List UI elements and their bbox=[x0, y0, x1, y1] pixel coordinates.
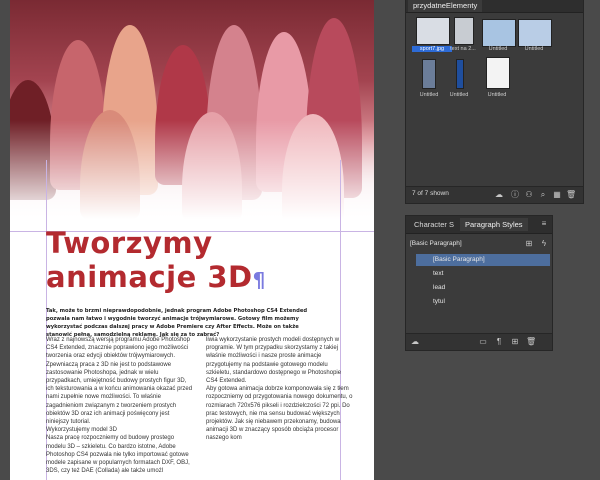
thumb-label: Untitled bbox=[524, 46, 544, 52]
thumb-label: Untitled bbox=[449, 92, 469, 98]
thumb-text[interactable] bbox=[454, 17, 474, 45]
clear-overrides-icon[interactable]: ¶ bbox=[494, 337, 504, 347]
thumb-sport7[interactable] bbox=[416, 17, 450, 45]
cloud-icon[interactable]: ☁ bbox=[410, 337, 420, 347]
tab-paragraph-styles[interactable]: Paragraph Styles bbox=[460, 218, 528, 231]
lead-paragraph[interactable]: Tak, może to brzmi nieprawdopodobnie, je… bbox=[46, 307, 312, 339]
lightning-icon[interactable]: ϟ bbox=[539, 239, 549, 249]
library-panel[interactable]: przydatneElementy sport7.jpg text na 2..… bbox=[405, 0, 584, 204]
style-label: [Basic Paragraph] bbox=[433, 256, 485, 263]
style-label: lead bbox=[433, 284, 446, 291]
title-line-1: Tworzymy bbox=[46, 226, 213, 260]
title-line-2: animacje 3D bbox=[46, 260, 253, 294]
style-item-tytul[interactable]: tytul bbox=[416, 296, 550, 308]
tab-character-styles[interactable]: Character S bbox=[409, 218, 459, 231]
pilcrow-mark: ¶ bbox=[252, 268, 266, 292]
document-page[interactable]: Tworzymy animacje 3D¶ Tak, może to brzmi… bbox=[10, 0, 374, 480]
style-label: text bbox=[433, 270, 444, 277]
thumb-untitled-5[interactable] bbox=[486, 57, 510, 89]
folder-icon[interactable]: ▭ bbox=[478, 337, 488, 347]
cloud-icon[interactable]: ☁ bbox=[494, 190, 504, 200]
tab-label: Paragraph Styles bbox=[465, 220, 523, 229]
thumb-label: Untitled bbox=[487, 92, 507, 98]
current-style: [Basic Paragraph] bbox=[410, 240, 462, 247]
style-item-basic-paragraph[interactable]: [Basic Paragraph] bbox=[416, 254, 550, 266]
grid-view-icon[interactable]: ▦ bbox=[552, 190, 562, 200]
trash-icon[interactable]: 🗑 bbox=[526, 337, 536, 347]
body-column-1[interactable]: Wraz z najnowszą wersją programu Adobe P… bbox=[46, 336, 194, 475]
lipstick-photo[interactable] bbox=[10, 0, 374, 230]
thumb-label: text na 2... bbox=[450, 46, 476, 52]
thumb-untitled-1[interactable] bbox=[482, 19, 516, 47]
style-label: tytul bbox=[433, 298, 445, 305]
thumb-untitled-3[interactable] bbox=[422, 59, 436, 89]
new-style-icon[interactable]: ⊞ bbox=[524, 239, 534, 249]
tab-label: Character S bbox=[414, 220, 455, 229]
article-title[interactable]: Tworzymy animacje 3D¶ bbox=[46, 226, 266, 297]
tab-library[interactable]: przydatneElementy bbox=[408, 0, 483, 12]
panel-menu-icon[interactable]: ≡ bbox=[539, 219, 549, 229]
library-tab-label: przydatneElementy bbox=[413, 1, 478, 10]
trash-icon[interactable]: 🗑 bbox=[566, 190, 576, 200]
style-item-lead[interactable]: lead bbox=[416, 282, 550, 294]
link-icon[interactable]: ⚇ bbox=[524, 190, 534, 200]
search-icon[interactable]: ⌕ bbox=[538, 190, 548, 200]
new-style-icon[interactable]: ⊞ bbox=[510, 337, 520, 347]
items-count: 7 of 7 shown bbox=[412, 190, 449, 197]
thumb-untitled-2[interactable] bbox=[518, 19, 552, 47]
body-column-2[interactable]: liwia wykorzystanie prostych modeli dost… bbox=[206, 336, 354, 443]
info-icon[interactable]: ⓘ bbox=[510, 190, 520, 200]
style-item-text[interactable]: text bbox=[416, 268, 550, 280]
paragraph-styles-panel[interactable]: Character S Paragraph Styles ≡ [Basic Pa… bbox=[405, 215, 553, 351]
thumb-untitled-4[interactable] bbox=[456, 59, 464, 89]
thumb-label: Untitled bbox=[488, 46, 508, 52]
